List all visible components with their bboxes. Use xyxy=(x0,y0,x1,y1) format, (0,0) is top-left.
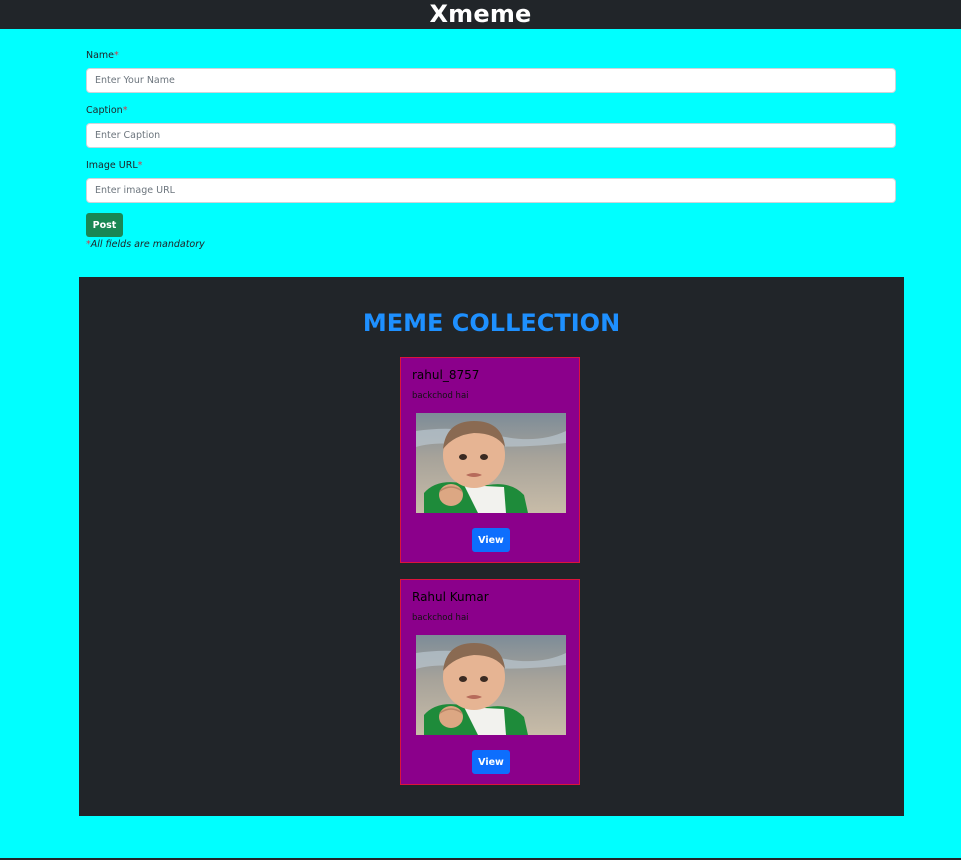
meme-image xyxy=(416,635,566,735)
caption-input[interactable] xyxy=(86,123,896,148)
name-label: Name* xyxy=(86,50,119,61)
caption-group: Caption* xyxy=(86,105,896,160)
name-group: Name* xyxy=(86,50,896,105)
meme-card: Rahul Kumar backchod hai View xyxy=(400,579,580,785)
top-navbar: Xmeme xyxy=(0,0,961,29)
meme-author: Rahul Kumar xyxy=(412,590,489,604)
meme-card: rahul_8757 backchod hai View xyxy=(400,357,580,563)
post-button[interactable]: Post xyxy=(86,213,123,237)
meme-collection-section: MEME COLLECTION rahul_8757 backchod hai xyxy=(79,277,904,816)
view-button[interactable]: View xyxy=(472,528,510,552)
meme-image xyxy=(416,413,566,513)
collection-heading: MEME COLLECTION xyxy=(362,309,621,337)
meme-caption: backchod hai xyxy=(412,613,469,623)
required-mark: * xyxy=(137,160,143,171)
image-url-group: Image URL* xyxy=(86,160,896,215)
required-mark: * xyxy=(122,105,128,116)
required-mark: * xyxy=(114,50,119,61)
image-url-label: Image URL* xyxy=(86,160,143,171)
meme-author: rahul_8757 xyxy=(412,368,480,382)
mandatory-note: *All fields are mandatory xyxy=(86,239,205,250)
caption-label: Caption* xyxy=(86,105,128,116)
view-button[interactable]: View xyxy=(472,750,510,774)
app-title[interactable]: Xmeme xyxy=(429,0,531,29)
meme-caption: backchod hai xyxy=(412,391,469,401)
image-url-input[interactable] xyxy=(86,178,896,203)
post-meme-form: Name* Caption* Image URL* Post *All fiel… xyxy=(86,50,896,250)
name-input[interactable] xyxy=(86,68,896,93)
